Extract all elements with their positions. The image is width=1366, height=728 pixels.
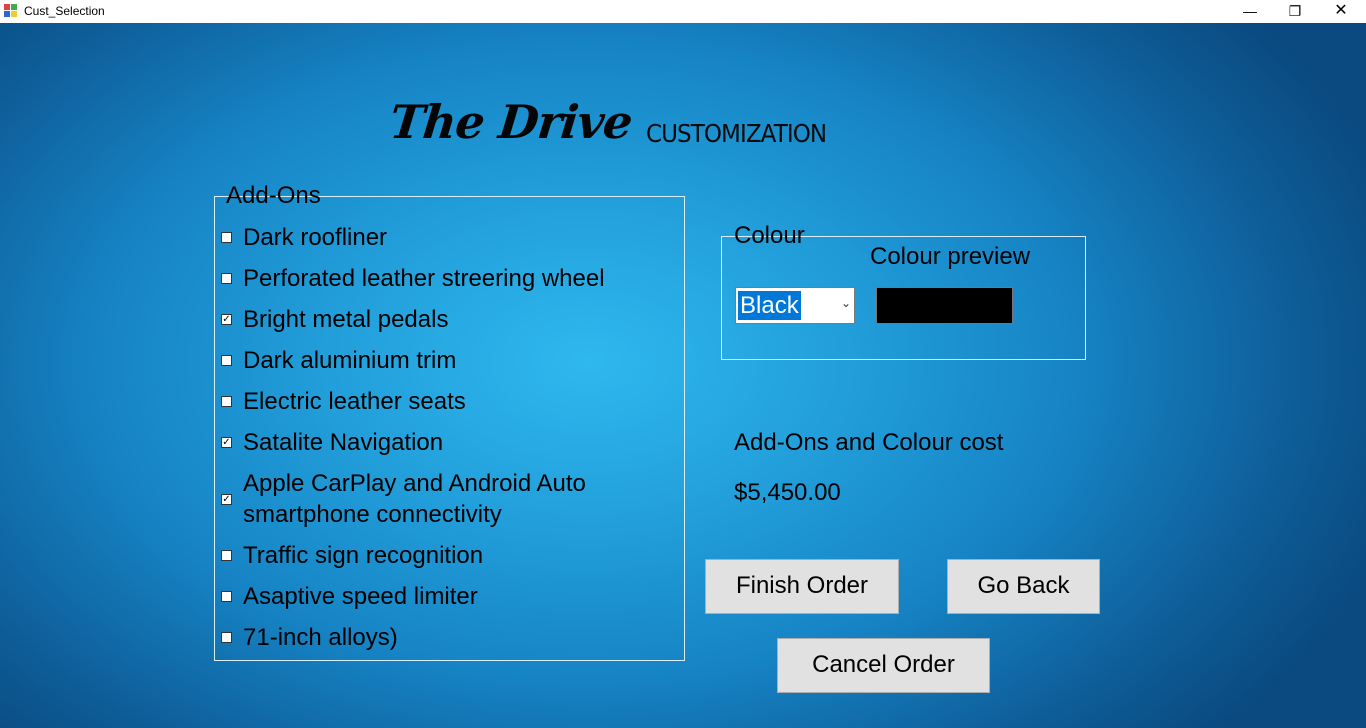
window-title: Cust_Selection	[24, 4, 105, 18]
page-subtitle: CUSTOMIZATION	[646, 119, 827, 148]
checkbox[interactable]	[221, 273, 232, 284]
form-client-area: The Drive CUSTOMIZATION Add-Ons Dark roo…	[0, 23, 1366, 728]
colour-preview-swatch	[876, 287, 1013, 324]
addon-label: Perforated leather streering wheel	[243, 265, 605, 292]
colour-select[interactable]: Black ⌄	[735, 287, 855, 324]
addon-label: Traffic sign recognition	[243, 542, 484, 569]
restore-icon[interactable]: ❐	[1272, 0, 1318, 23]
colour-select-value: Black	[738, 291, 801, 320]
checkbox[interactable]	[221, 232, 232, 243]
cost-value: $5,450.00	[734, 479, 841, 506]
addons-legend: Add-Ons	[226, 182, 321, 209]
logo: The Drive	[387, 95, 635, 149]
title-bar: Cust_Selection — ❐ ✕	[0, 0, 1366, 23]
addon-label: Dark aluminium trim	[243, 347, 457, 374]
addon-label: 71-inch alloys)	[243, 624, 398, 651]
chevron-down-icon[interactable]: ⌄	[841, 296, 851, 310]
addons-groupbox: Add-Ons Dark roofliner Perforated leather…	[214, 182, 685, 661]
checkbox[interactable]	[221, 632, 232, 643]
checkbox-checked[interactable]: ✓	[221, 314, 232, 325]
minimize-icon[interactable]: —	[1227, 0, 1273, 23]
checkbox-checked[interactable]: ✓	[221, 494, 232, 505]
checkbox-checked[interactable]: ✓	[221, 437, 232, 448]
checkbox[interactable]	[221, 396, 232, 407]
cost-label: Add-Ons and Colour cost	[734, 429, 1004, 456]
addon-label: Bright metal pedals	[243, 306, 449, 333]
addon-label: Satalite Navigation	[243, 429, 444, 456]
addon-label: Asaptive speed limiter	[243, 583, 478, 610]
colour-groupbox: Colour Colour preview Black ⌄	[721, 222, 1086, 360]
addon-label: Apple CarPlay and Android Auto smartphon…	[243, 470, 586, 528]
cancel-order-button[interactable]: Cancel Order	[777, 638, 990, 693]
addon-label: Electric leather seats	[243, 388, 466, 415]
close-icon[interactable]: ✕	[1318, 0, 1364, 23]
checkbox[interactable]	[221, 355, 232, 366]
go-back-button[interactable]: Go Back	[947, 559, 1100, 614]
colour-legend: Colour	[734, 222, 805, 249]
checkbox[interactable]	[221, 550, 232, 561]
app-icon	[4, 4, 18, 18]
finish-order-button[interactable]: Finish Order	[705, 559, 899, 614]
colour-preview-label: Colour preview	[870, 243, 1031, 270]
checkbox[interactable]	[221, 591, 232, 602]
addon-label: Dark roofliner	[243, 224, 388, 251]
